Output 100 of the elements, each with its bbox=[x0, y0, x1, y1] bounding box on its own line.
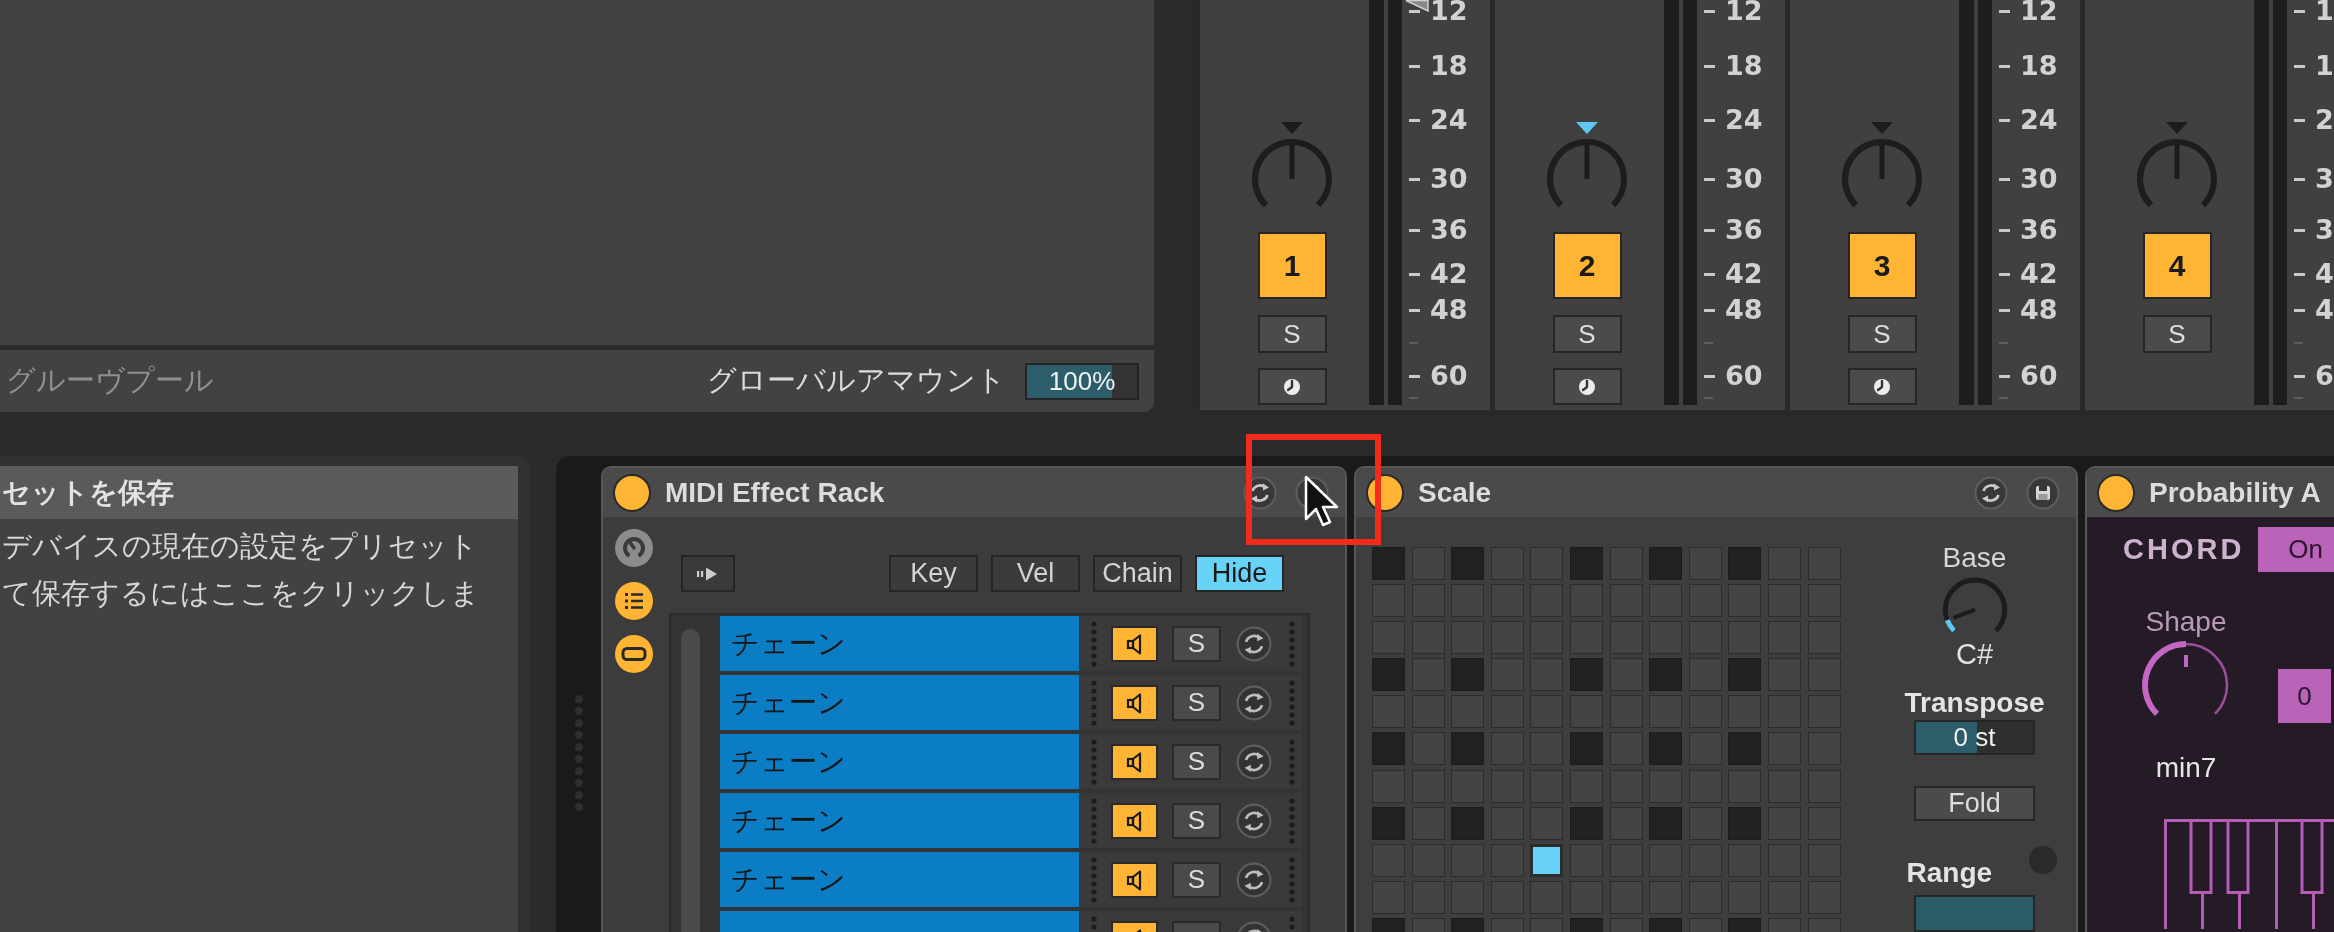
swap-icon[interactable] bbox=[1236, 802, 1272, 839]
chain-name[interactable]: チェーン bbox=[720, 852, 1079, 907]
grid-cell[interactable] bbox=[1767, 695, 1801, 729]
amount-field[interactable]: 100% bbox=[1025, 362, 1139, 400]
grid-cell[interactable] bbox=[1490, 695, 1524, 729]
solo-button[interactable]: S bbox=[1552, 315, 1622, 353]
monitor-button[interactable] bbox=[1257, 368, 1327, 405]
grid-cell[interactable] bbox=[1728, 806, 1762, 840]
swap-icon[interactable] bbox=[1236, 684, 1272, 721]
grid-cell[interactable] bbox=[1807, 547, 1841, 580]
grid-cell[interactable] bbox=[1728, 547, 1762, 580]
grid-cell[interactable] bbox=[1451, 547, 1485, 580]
swap-icon[interactable] bbox=[1974, 475, 2008, 510]
grid-cell[interactable] bbox=[1649, 658, 1683, 692]
grid-cell[interactable] bbox=[1569, 584, 1603, 618]
grip-icon[interactable] bbox=[1289, 797, 1295, 844]
grid-cell[interactable] bbox=[1569, 621, 1603, 655]
swap-icon[interactable] bbox=[1236, 861, 1272, 898]
grid-cell[interactable] bbox=[1490, 843, 1524, 877]
grid-cell[interactable] bbox=[1688, 880, 1722, 914]
grid-cell[interactable] bbox=[1767, 621, 1801, 655]
solo-button[interactable]: S bbox=[1172, 684, 1221, 721]
grip-icon[interactable] bbox=[1091, 856, 1097, 903]
monitor-button[interactable] bbox=[1847, 368, 1917, 405]
grid-cell[interactable] bbox=[1767, 584, 1801, 618]
grid-cell[interactable] bbox=[1451, 806, 1485, 840]
track-activator-button[interactable]: 3 bbox=[1847, 232, 1917, 299]
grid-cell[interactable] bbox=[1569, 769, 1603, 803]
save-icon[interactable] bbox=[2026, 475, 2060, 510]
swap-icon[interactable] bbox=[1236, 625, 1272, 662]
grid-cell[interactable] bbox=[1609, 732, 1643, 766]
grid-cell[interactable] bbox=[1807, 584, 1841, 618]
chain-row[interactable]: チェーン S bbox=[720, 616, 1302, 671]
chain-activator-button[interactable] bbox=[1111, 684, 1158, 721]
grip-icon[interactable] bbox=[1091, 620, 1097, 667]
grid-cell[interactable] bbox=[1569, 547, 1603, 580]
grid-cell[interactable] bbox=[1530, 695, 1564, 729]
grid-cell[interactable] bbox=[1649, 621, 1683, 655]
grid-cell[interactable] bbox=[1451, 769, 1485, 803]
grid-cell[interactable] bbox=[1451, 843, 1485, 877]
grid-cell[interactable] bbox=[1451, 880, 1485, 914]
grid-cell[interactable] bbox=[1372, 584, 1405, 618]
grid-cell[interactable] bbox=[1451, 621, 1485, 655]
grid-cell[interactable] bbox=[1649, 695, 1683, 729]
grid-cell[interactable] bbox=[1569, 880, 1603, 914]
chain-row[interactable]: チェーン S bbox=[720, 852, 1302, 907]
grid-cell[interactable] bbox=[1490, 584, 1524, 618]
swap-icon[interactable] bbox=[1236, 743, 1272, 780]
view-toggle-button[interactable]: Key bbox=[889, 555, 978, 592]
grid-cell[interactable] bbox=[1609, 806, 1643, 840]
grid-cell[interactable] bbox=[1688, 621, 1722, 655]
offset-button[interactable]: 0 bbox=[2278, 669, 2331, 723]
chain-row[interactable]: チェーン S bbox=[720, 793, 1302, 848]
dial-icon[interactable] bbox=[614, 528, 654, 568]
grid-cell[interactable] bbox=[1372, 695, 1405, 729]
grid-cell[interactable] bbox=[1609, 547, 1643, 580]
chain-name[interactable]: チェーン bbox=[720, 616, 1079, 671]
chain-name[interactable]: チェーン bbox=[720, 734, 1079, 789]
grid-cell[interactable] bbox=[1728, 695, 1762, 729]
grid-cell[interactable] bbox=[1807, 695, 1841, 729]
piano-keyboard-drawing[interactable] bbox=[2164, 819, 2334, 929]
grid-cell[interactable] bbox=[1688, 732, 1722, 766]
view-toggle-button[interactable]: Hide bbox=[1195, 555, 1284, 592]
solo-button[interactable]: S bbox=[1172, 625, 1221, 662]
grip-icon[interactable] bbox=[1289, 856, 1295, 903]
grid-cell[interactable] bbox=[1411, 843, 1445, 877]
bar-icon[interactable] bbox=[614, 634, 654, 674]
grid-cell[interactable] bbox=[1688, 695, 1722, 729]
grid-cell[interactable] bbox=[1649, 769, 1683, 803]
grid-cell[interactable] bbox=[1569, 843, 1603, 877]
grip-icon[interactable] bbox=[1091, 679, 1097, 726]
track-activator-button[interactable]: 4 bbox=[2142, 232, 2212, 299]
grid-cell[interactable] bbox=[1728, 843, 1762, 877]
grid-cell[interactable] bbox=[1451, 658, 1485, 692]
chain-row[interactable]: チェーン S bbox=[720, 734, 1302, 789]
grid-cell[interactable] bbox=[1688, 843, 1722, 877]
grid-cell[interactable] bbox=[1767, 547, 1801, 580]
grid-cell[interactable] bbox=[1649, 843, 1683, 877]
grid-cell[interactable] bbox=[1490, 547, 1524, 580]
chain-activator-button[interactable] bbox=[1111, 861, 1158, 898]
grid-cell[interactable] bbox=[1767, 806, 1801, 840]
grid-cell[interactable] bbox=[1649, 880, 1683, 914]
solo-button[interactable]: S bbox=[1847, 315, 1917, 353]
grid-cell[interactable] bbox=[1411, 695, 1445, 729]
grid-cell[interactable] bbox=[1728, 880, 1762, 914]
grid-cell[interactable] bbox=[1609, 843, 1643, 877]
grid-cell[interactable] bbox=[1767, 732, 1801, 766]
grid-cell[interactable] bbox=[1767, 769, 1801, 803]
grid-cell[interactable] bbox=[1372, 806, 1405, 840]
grid-cell[interactable] bbox=[1372, 843, 1405, 877]
solo-button[interactable]: S bbox=[2142, 315, 2212, 353]
grip-icon[interactable] bbox=[1289, 679, 1295, 726]
grid-cell[interactable] bbox=[1372, 658, 1405, 692]
grid-cell[interactable] bbox=[1490, 658, 1524, 692]
grid-cell[interactable] bbox=[1411, 880, 1445, 914]
chain-name[interactable]: チェーン bbox=[720, 793, 1079, 848]
power-button[interactable] bbox=[2097, 473, 2135, 512]
list-icon[interactable] bbox=[614, 581, 654, 621]
grid-cell[interactable] bbox=[1411, 621, 1445, 655]
solo-button[interactable]: S bbox=[1257, 315, 1327, 353]
